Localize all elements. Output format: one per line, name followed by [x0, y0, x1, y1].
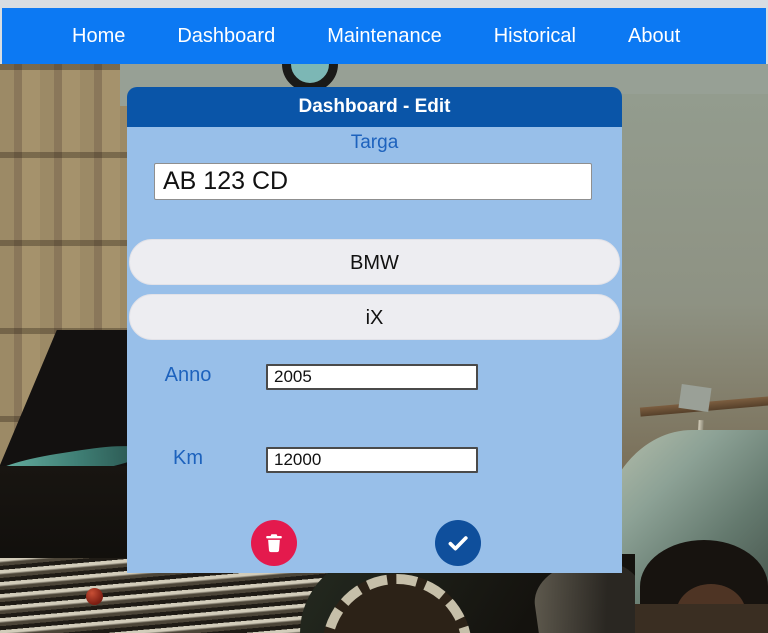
background-whitewall-tire	[322, 574, 472, 633]
dialog-body: Targa BMW iX Anno Km	[127, 127, 622, 573]
background-wall-right	[612, 94, 768, 474]
anno-input[interactable]	[266, 364, 478, 390]
nav-item-historical[interactable]: Historical	[494, 8, 576, 64]
app-window: Home Dashboard Maintenance Historical Ab…	[0, 0, 768, 633]
check-icon	[445, 530, 471, 556]
nav-item-maintenance[interactable]: Maintenance	[327, 8, 442, 64]
confirm-button[interactable]	[435, 520, 481, 566]
background-grille-light	[86, 588, 103, 605]
background-metal-fitting	[678, 384, 712, 412]
anno-row: Anno	[127, 364, 622, 391]
dialog-title: Dashboard - Edit	[127, 87, 622, 127]
km-input[interactable]	[266, 447, 478, 473]
edit-dialog: Dashboard - Edit Targa BMW iX Anno Km	[127, 87, 622, 573]
top-navbar: Home Dashboard Maintenance Historical Ab…	[2, 8, 766, 64]
nav-item-dashboard[interactable]: Dashboard	[177, 8, 275, 64]
nav-item-home[interactable]: Home	[72, 8, 125, 64]
brand-select[interactable]: BMW	[129, 239, 620, 285]
delete-button[interactable]	[251, 520, 297, 566]
nav-item-about[interactable]: About	[628, 8, 680, 64]
targa-input[interactable]	[154, 163, 592, 200]
km-label: Km	[173, 447, 203, 469]
trash-icon	[263, 532, 285, 554]
model-select[interactable]: iX	[129, 294, 620, 340]
targa-label: Targa	[350, 132, 399, 153]
km-row: Km	[127, 447, 622, 474]
anno-label: Anno	[164, 364, 212, 386]
